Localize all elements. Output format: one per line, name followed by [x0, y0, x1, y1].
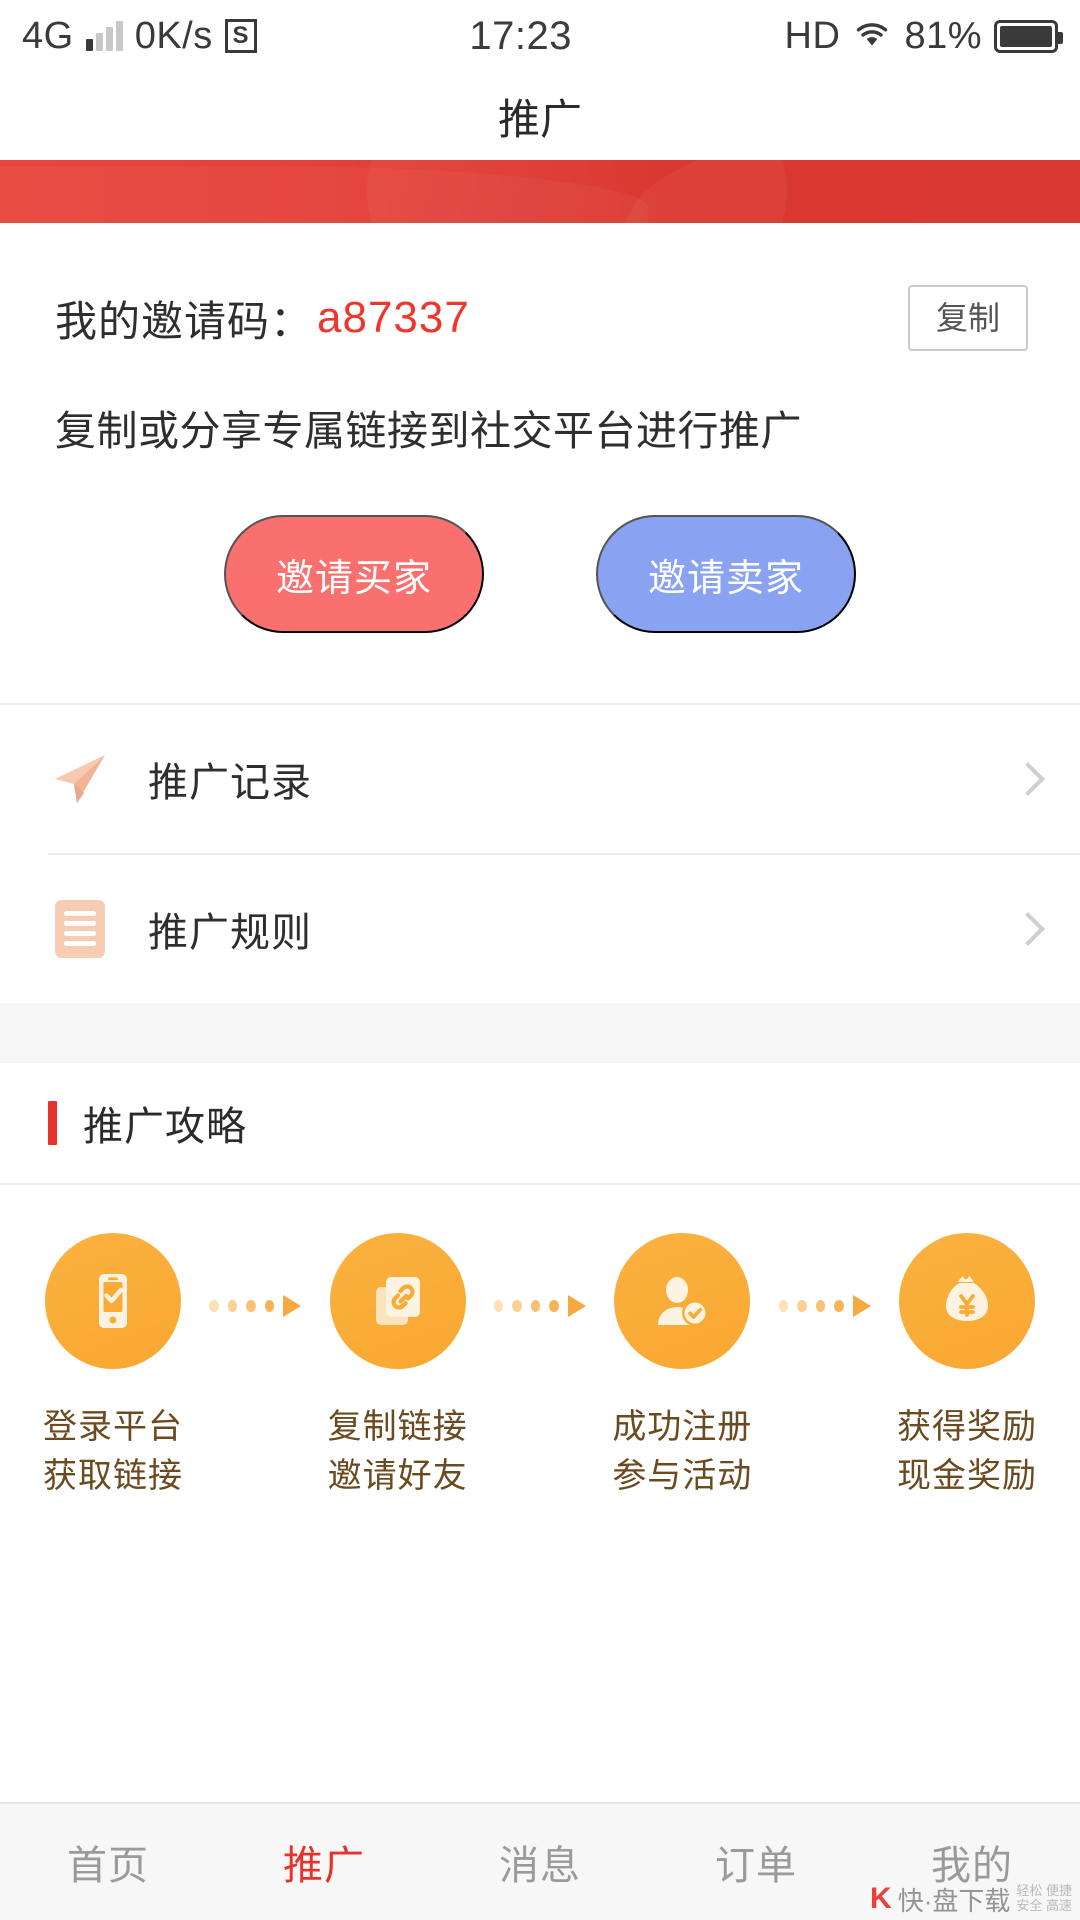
guide-arrow-2 — [493, 1295, 586, 1317]
tab-messages[interactable]: 消息 — [432, 1833, 648, 1891]
guide-section-title: 推广攻略 — [83, 1105, 247, 1149]
battery-percent-label: 81% — [904, 14, 982, 57]
network-type-label: 4G — [22, 14, 74, 57]
invite-subtitle: 复制或分享专属链接到社交平台进行推广 — [55, 408, 802, 454]
s-badge-icon: S — [224, 19, 257, 53]
guide-step-line1: 登录平台 — [43, 1408, 183, 1446]
tab-home[interactable]: 首页 — [0, 1833, 216, 1891]
guide-step-line1: 成功注册 — [612, 1408, 753, 1446]
guide-step-3-text: 成功注册 参与活动 — [612, 1403, 752, 1502]
list-item-label: 推广记录 — [148, 761, 312, 805]
chevron-right-icon — [1011, 762, 1045, 796]
section-gap — [0, 1003, 1080, 1063]
guide-step-line2: 现金奖励 — [896, 1457, 1037, 1496]
status-bar: 4G 0K/s S 17:23 HD 81% — [0, 0, 1080, 72]
chevron-right-icon — [1011, 912, 1045, 946]
battery-icon — [994, 19, 1063, 53]
watermark-letter: K — [870, 1882, 892, 1915]
status-bar-left: 4G 0K/s S — [22, 15, 257, 58]
status-bar-clock: 17:23 — [469, 13, 572, 58]
guide-arrow-1 — [209, 1295, 302, 1317]
invite-buyer-button[interactable]: 邀请买家 — [224, 515, 484, 633]
watermark-sub: 轻松 便捷 安全 高速 — [1016, 1883, 1072, 1914]
copy-link-icon — [329, 1233, 466, 1369]
copy-button[interactable]: 复制 — [907, 285, 1028, 351]
watermark-sub-line1: 轻松 便捷 — [1016, 1883, 1072, 1899]
page-title: 推广 — [497, 95, 582, 143]
guide-step-1-text: 登录平台 获取链接 — [43, 1403, 183, 1502]
wifi-icon — [852, 15, 892, 58]
guide-step-3: 成功注册 参与活动 — [587, 1233, 777, 1502]
arrow-head-icon — [283, 1295, 302, 1317]
guide-arrow-3 — [778, 1295, 871, 1317]
section-accent-bar — [48, 1101, 57, 1145]
page-title-bar: 推广 — [0, 72, 1080, 160]
signal-bars-icon — [85, 21, 123, 51]
watermark-text: 快·盘下载 — [897, 1886, 1011, 1916]
user-verified-icon — [614, 1233, 751, 1369]
guide-step-line1: 复制链接 — [327, 1408, 468, 1446]
tab-promotion[interactable]: 推广 — [216, 1833, 432, 1891]
guide-step-line2: 参与活动 — [612, 1457, 753, 1496]
guide-step-1: 登录平台 获取链接 — [18, 1233, 208, 1502]
tab-orders[interactable]: 订单 — [648, 1833, 864, 1891]
watermark: K 快·盘下载 轻松 便捷 安全 高速 — [870, 1882, 1072, 1916]
guide-step-line1: 获得奖励 — [896, 1408, 1037, 1446]
network-speed-label: 0K/s — [134, 14, 213, 57]
guide-step-2-text: 复制链接 邀请好友 — [328, 1403, 468, 1502]
list-item-promotion-rules[interactable]: 推广规则 — [0, 855, 1080, 1003]
rules-document-icon — [48, 897, 112, 961]
invite-code-row: 我的邀请码： a87337 复制 — [0, 223, 1080, 351]
guide-section-header: 推广攻略 — [0, 1063, 1080, 1183]
invite-code-label: 我的邀请码： — [55, 297, 314, 345]
phone-check-icon — [45, 1233, 181, 1369]
invite-card: 我的邀请码： a87337 复制 复制或分享专属链接到社交平台进行推广 邀请买家… — [0, 223, 1080, 703]
guide-step-4-text: 获得奖励 现金奖励 — [897, 1403, 1037, 1502]
banner-wave-right — [626, 160, 1080, 223]
list-item-label: 推广规则 — [148, 911, 312, 955]
arrow-head-icon — [852, 1295, 871, 1317]
bottom-tab-bar: 首页 推广 消息 订单 我的 K 快·盘下载 轻松 便捷 安全 高速 — [0, 1802, 1080, 1920]
paper-plane-icon — [48, 747, 112, 811]
guide-steps: 登录平台 获取链接 复制链接 邀请好友 成功注册 参与活动 获得奖励 现金奖励 — [0, 1185, 1080, 1542]
hd-label: HD — [784, 14, 841, 57]
promo-banner — [0, 160, 1080, 223]
guide-step-line2: 邀请好友 — [327, 1457, 468, 1496]
list-item-promotion-record[interactable]: 推广记录 — [0, 705, 1080, 853]
status-bar-right: HD 81% — [784, 14, 1063, 58]
invite-seller-button[interactable]: 邀请卖家 — [596, 515, 856, 633]
watermark-sub-line2: 安全 高速 — [1016, 1898, 1072, 1914]
arrow-head-icon — [567, 1295, 586, 1317]
invite-buttons-row: 邀请买家 邀请卖家 — [0, 457, 1080, 693]
guide-step-2: 复制链接 邀请好友 — [303, 1233, 493, 1502]
guide-step-4: 获得奖励 现金奖励 — [872, 1233, 1062, 1502]
money-bag-icon — [898, 1233, 1035, 1369]
invite-code-value: a87337 — [317, 293, 470, 342]
menu-list: 推广记录 推广规则 — [0, 705, 1080, 1003]
guide-step-line2: 获取链接 — [43, 1457, 183, 1496]
